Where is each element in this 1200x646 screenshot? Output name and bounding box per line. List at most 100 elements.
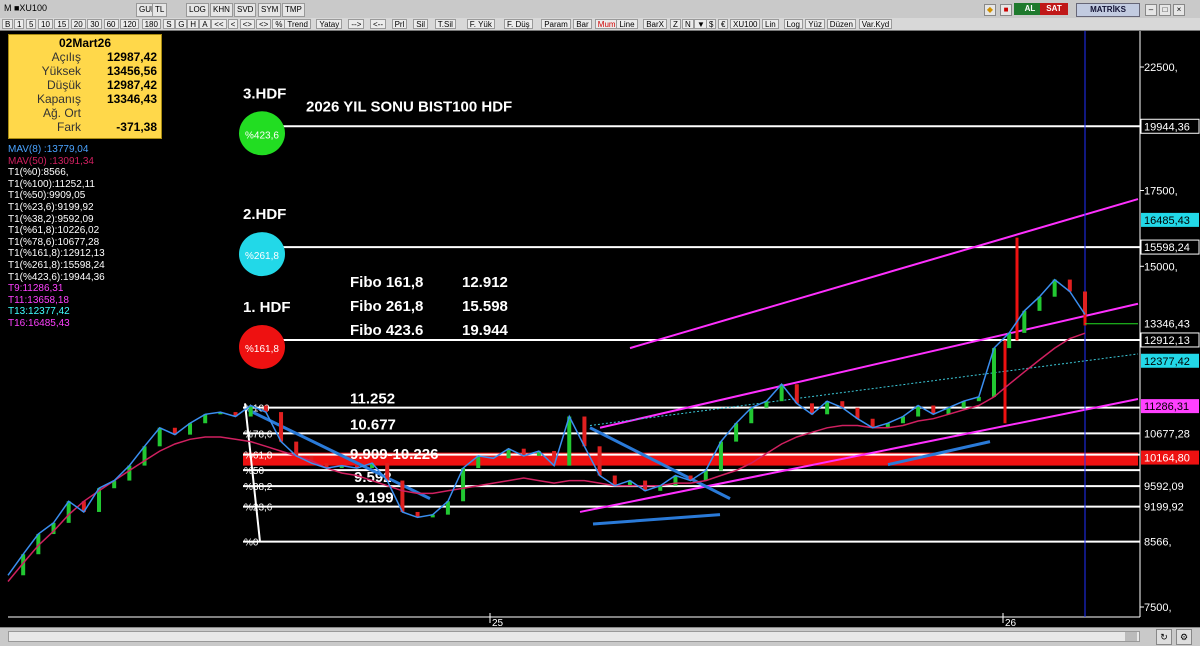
toolbar-button[interactable]: 15: [54, 19, 70, 29]
toolbar-button[interactable]: <<: [211, 19, 227, 29]
toolbar-button[interactable]: Yüz: [805, 19, 825, 29]
y-tick-label: 17500,: [1144, 186, 1178, 198]
close-icon[interactable]: ×: [1173, 4, 1185, 16]
toolbar-button[interactable]: A: [199, 19, 211, 29]
fibo-note-name: Fibo 261,8: [350, 298, 423, 315]
fib-pct-label: %50: [244, 466, 264, 477]
price-chart[interactable]: 22500,20000,17500,15000,7500,2526%423,63…: [0, 31, 1200, 627]
chart-toolbar: B 1 5 10 15 20 30 60 120 180 S G H A << < <> <>% Trend Yata…: [0, 18, 1200, 31]
toolbar-button[interactable]: 10: [38, 19, 53, 29]
horizontal-scrollbar[interactable]: [8, 631, 1140, 642]
fib-pct-label: %38,2: [244, 482, 273, 493]
y-tick-label: 7500,: [1144, 602, 1172, 614]
info-label: Fark: [57, 120, 81, 134]
zone-label: 9.909-10.226: [350, 446, 438, 463]
toolbar-button[interactable]: 1: [14, 19, 25, 29]
legend-entry: T1(%23,6):9199,92: [8, 201, 94, 213]
toolbar-button[interactable]: Log: [783, 19, 803, 29]
info-label: Kapanış: [36, 92, 81, 106]
axis-price-label: 16485,43: [1144, 215, 1190, 227]
toolbar-button[interactable]: F. Düş: [504, 19, 533, 29]
toolbar-button[interactable]: 20: [70, 19, 86, 29]
toolbar-button[interactable]: Yatay: [316, 19, 343, 29]
legend-entry: T13:12377,42: [8, 306, 70, 318]
toolbar-button[interactable]: Z: [670, 19, 681, 29]
toolbar-button[interactable]: Düzen: [826, 19, 856, 29]
svd-button[interactable]: SVD: [234, 3, 257, 17]
info-value: 12987,42: [106, 78, 157, 92]
stop-icon[interactable]: ■: [1000, 4, 1012, 16]
legend-entry: MAV(8) :13779,04: [8, 144, 89, 155]
info-row: Düşük 12987,42: [9, 79, 161, 92]
info-label: Ağ. Ort: [42, 106, 81, 120]
toolbar-button[interactable]: <>: [239, 19, 255, 29]
toolbar-button[interactable]: 60: [103, 19, 119, 29]
legend-entry: MAV(50) :13091,34: [8, 155, 94, 167]
toolbar-button[interactable]: Lin: [762, 19, 779, 29]
info-label: Açılış: [51, 50, 81, 64]
scrollbar-thumb[interactable]: [1125, 632, 1137, 641]
info-row: Açılış 12987,42: [9, 51, 161, 64]
refresh-icon[interactable]: ↻: [1156, 629, 1172, 645]
toolbar-button[interactable]: Sil: [413, 19, 429, 29]
zone-label: 9.199: [356, 490, 394, 507]
toolbar-button[interactable]: -->: [348, 19, 365, 29]
minimize-icon[interactable]: –: [1145, 4, 1157, 16]
toolbar-button[interactable]: Param: [541, 19, 571, 29]
candle: [991, 348, 996, 397]
khn-button[interactable]: KHN: [210, 3, 233, 17]
legend-entry: T1(%100):11252,11: [8, 178, 95, 190]
toolbar-button[interactable]: 5: [26, 19, 37, 29]
x-tick-label: 25: [492, 618, 504, 627]
toolbar-button[interactable]: 120: [120, 19, 140, 29]
toolbar-button[interactable]: B: [2, 19, 14, 29]
toolbar-button[interactable]: T.Sil: [434, 19, 456, 29]
toolbar-button[interactable]: Var.Kyd: [858, 19, 893, 29]
symbol-label[interactable]: M ■XU100: [4, 2, 47, 15]
currency-tl-button[interactable]: TL: [152, 3, 168, 17]
candle: [718, 441, 723, 471]
info-label: Düşük: [46, 78, 81, 92]
toolbar-button[interactable]: G: [175, 19, 188, 29]
toolbar-button[interactable]: N: [682, 19, 694, 29]
toolbar-button[interactable]: Trend: [284, 19, 311, 29]
legend-entry: T1(%261,8):15598,24: [8, 259, 105, 271]
alarm-icon[interactable]: ◆: [984, 4, 996, 16]
fibo-note-name: Fibo 423.6: [350, 322, 423, 339]
legend-entry: T1(%161,8):12912,13: [8, 248, 105, 260]
toolbar-button[interactable]: 30: [87, 19, 103, 29]
toolbar-button[interactable]: Prl: [391, 19, 408, 29]
info-value: 13346,43: [106, 92, 157, 106]
toolbar-button[interactable]: S: [163, 19, 175, 29]
toolbar-button[interactable]: BarX: [643, 19, 667, 29]
axis-fib-label: 9199,92: [1144, 502, 1184, 514]
hdf-title-label: 2.HDF: [243, 206, 286, 223]
toolbar-button[interactable]: Line: [616, 19, 638, 29]
log-button[interactable]: LOG: [186, 3, 209, 17]
toolbar-button[interactable]: 180: [141, 19, 161, 29]
fibo-note-name: Fibo 161,8: [350, 274, 423, 291]
toolbar-button[interactable]: Mum: [594, 19, 619, 29]
toolbar-button[interactable]: €: [718, 19, 729, 29]
tmp-button[interactable]: TMP: [282, 3, 305, 17]
hdf-pct-label: %261,8: [245, 251, 279, 262]
sell-button[interactable]: SAT: [1040, 3, 1068, 15]
hdf-pct-label: %161,8: [245, 344, 279, 355]
toolbar-button[interactable]: F. Yük: [466, 19, 495, 29]
maximize-icon[interactable]: □: [1159, 4, 1171, 16]
y-tick-label: 15000,: [1144, 261, 1178, 273]
toolbar-button[interactable]: <>: [256, 19, 272, 29]
sym-button[interactable]: SYM: [258, 3, 282, 17]
legend-entry: T1(%0):8566,: [8, 167, 69, 179]
toolbar-button[interactable]: <: [227, 19, 239, 29]
legend-entry: T1(%38,2):9592,09: [8, 213, 94, 225]
toolbar-button[interactable]: XU100: [730, 19, 761, 29]
toolbar-button[interactable]: $: [706, 19, 717, 29]
toolbar-button[interactable]: <--: [370, 19, 386, 29]
toolbar-button[interactable]: Bar: [573, 19, 592, 29]
toolbar-button[interactable]: H: [187, 19, 199, 29]
candle: [461, 468, 466, 502]
info-value: 13456,56: [106, 64, 157, 78]
settings-icon[interactable]: ⚙: [1176, 629, 1192, 645]
ohlc-info-box: 02Mart26 Açılış 12987,42 Yüksek 13456,56 Düş…: [8, 34, 162, 139]
